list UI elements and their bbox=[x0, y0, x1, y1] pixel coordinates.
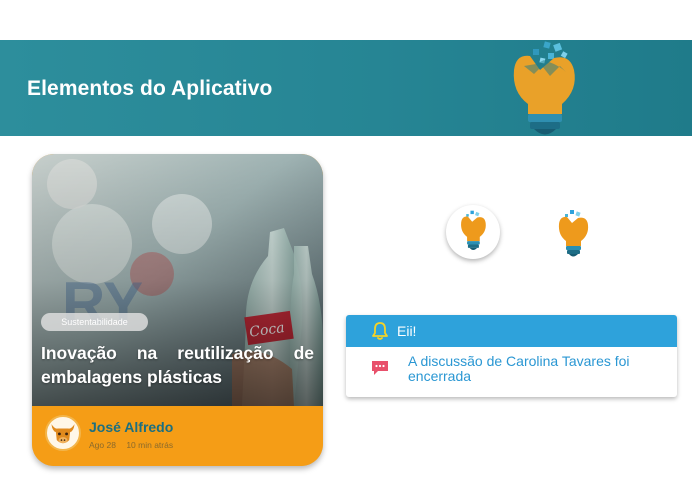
app-header: Elementos do Aplicativo bbox=[0, 40, 692, 136]
news-card[interactable]: RY Coca Sustentabilidade Inovação na reu… bbox=[32, 154, 323, 466]
notification-card[interactable]: Eii! A discussão de Carolina Tavares foi… bbox=[346, 315, 677, 397]
bell-icon bbox=[372, 322, 388, 340]
category-badge[interactable]: Sustentabilidade bbox=[41, 313, 148, 331]
icon-button-circle[interactable] bbox=[446, 205, 500, 259]
post-time-ago: 10 min atrás bbox=[126, 440, 174, 450]
lightbulb-icon bbox=[461, 210, 486, 251]
chat-icon bbox=[372, 361, 388, 375]
card-title[interactable]: Inovação na reutilização de embalagens p… bbox=[41, 341, 314, 389]
bull-icon bbox=[51, 424, 75, 444]
page-title: Elementos do Aplicativo bbox=[27, 77, 273, 100]
lightbulb-icon bbox=[513, 41, 575, 135]
card-footer: José Alfredo Ago 28 10 min atrás bbox=[32, 406, 323, 466]
author-name[interactable]: José Alfredo bbox=[89, 419, 173, 435]
avatar[interactable] bbox=[45, 415, 81, 451]
post-date: Ago 28 bbox=[89, 440, 116, 450]
post-meta: Ago 28 10 min atrás bbox=[89, 440, 181, 450]
lightbulb-icon[interactable] bbox=[553, 208, 593, 260]
notification-header: Eii! bbox=[346, 315, 677, 347]
notification-message: A discussão de Carolina Tavares foi ence… bbox=[408, 353, 630, 384]
notification-title: Eii! bbox=[397, 323, 417, 339]
